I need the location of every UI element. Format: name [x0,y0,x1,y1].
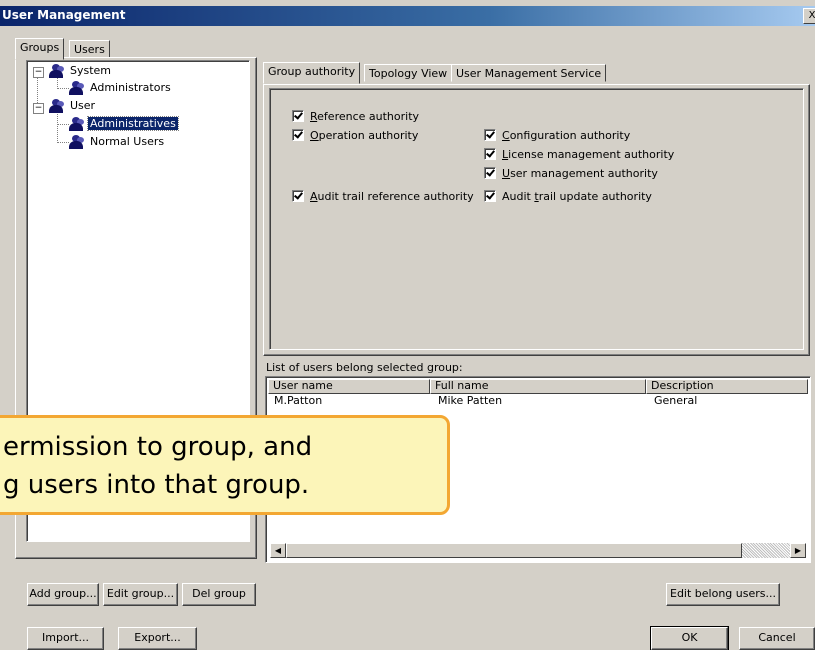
checkmark-icon [484,167,496,179]
window-title: User Management [2,8,126,22]
edit-group-button[interactable]: Edit group... [103,583,178,606]
tree-node-label: Administratives [87,116,179,131]
tab-topology-view[interactable]: Topology View [364,64,453,82]
add-group-button[interactable]: Add group... [27,583,99,606]
ok-button[interactable]: OK [650,626,729,650]
tree-node-administrators[interactable]: Administrators [69,80,173,96]
scroll-thumb[interactable] [286,543,742,558]
tree-node-user[interactable]: User [49,98,97,114]
tree-line [57,142,69,143]
column-header-full-name[interactable]: Full name [430,379,646,394]
tab-users[interactable]: Users [69,40,110,58]
user-group-icon [49,99,65,113]
table-row[interactable]: M.Patton Mike Patten General [268,394,808,408]
user-group-icon [69,117,85,131]
authority-group-box [269,88,804,350]
tree-node-administratives[interactable]: Administratives [69,116,179,132]
tree-line [37,75,38,105]
tree-line [57,88,69,89]
reference-authority-checkbox[interactable]: Reference authority [292,110,419,123]
checkmark-icon [484,129,496,141]
checkmark-icon [484,148,496,160]
user-group-icon [69,135,85,149]
tab-groups-label: Groups [20,41,60,54]
tab-user-management-service[interactable]: User Management Service [451,64,607,82]
tree-node-label: Administrators [90,81,171,94]
import-button[interactable]: Import... [27,627,104,650]
title-bar[interactable]: User Management X [0,6,815,26]
callout-text-line-2: g users into that group. [3,470,310,500]
horizontal-scrollbar[interactable]: ◀ ▶ [270,543,806,558]
tree-line [57,124,69,125]
audit-trail-update-authority-checkbox[interactable]: Audit trail update authority [484,190,652,203]
cell-description: General [654,394,698,407]
tab-label: Topology View [369,67,448,80]
close-button[interactable]: X [803,8,815,24]
tutorial-callout: ermission to group, and g users into tha… [0,415,450,515]
tree-node-label: Normal Users [90,135,165,148]
tree-node-label: User [70,99,96,112]
callout-text-line-1: ermission to group, and [3,432,313,462]
tree-node-normal-users[interactable]: Normal Users [69,134,166,150]
scroll-track[interactable] [742,543,790,558]
tree-expander[interactable]: − [33,103,44,114]
user-management-authority-checkbox[interactable]: User management authority [484,167,658,180]
tab-groups[interactable]: Groups [15,38,65,60]
tab-group-authority[interactable]: Group authority [263,62,361,84]
scroll-right-arrow-icon[interactable]: ▶ [790,543,806,558]
edit-belong-users-button[interactable]: Edit belong users... [666,583,780,606]
tab-label: Group authority [268,65,356,78]
cancel-button[interactable]: Cancel [739,627,815,650]
group-authority-panel: Reference authority Operation authority … [263,84,810,356]
tab-users-label: Users [74,43,105,56]
tree-node-label: System [70,64,112,77]
checkmark-icon [292,129,304,141]
cell-user-name: M.Patton [274,394,323,407]
scroll-left-arrow-icon[interactable]: ◀ [270,543,286,558]
user-group-icon [69,81,85,95]
tree-node-system[interactable]: System [49,63,113,79]
checkmark-icon [292,110,304,122]
configuration-authority-checkbox[interactable]: Configuration authority [484,129,630,142]
column-header-description[interactable]: Description [646,379,808,394]
audit-trail-reference-authority-checkbox[interactable]: Audit trail reference authority [292,190,474,203]
del-group-button[interactable]: Del group [182,583,256,606]
user-list-caption: List of users belong selected group: [266,361,463,374]
user-management-window: User Management X Groups Users − System … [0,0,815,650]
license-management-authority-checkbox[interactable]: License management authority [484,148,674,161]
operation-authority-checkbox[interactable]: Operation authority [292,129,418,142]
tab-label: User Management Service [456,67,602,80]
column-header-user-name[interactable]: User name [268,379,430,394]
checkmark-icon [484,190,496,202]
tree-expander[interactable]: − [33,67,44,78]
checkmark-icon [292,190,304,202]
cell-full-name: Mike Patten [438,394,503,407]
export-button[interactable]: Export... [118,627,197,650]
user-group-icon [49,64,65,78]
